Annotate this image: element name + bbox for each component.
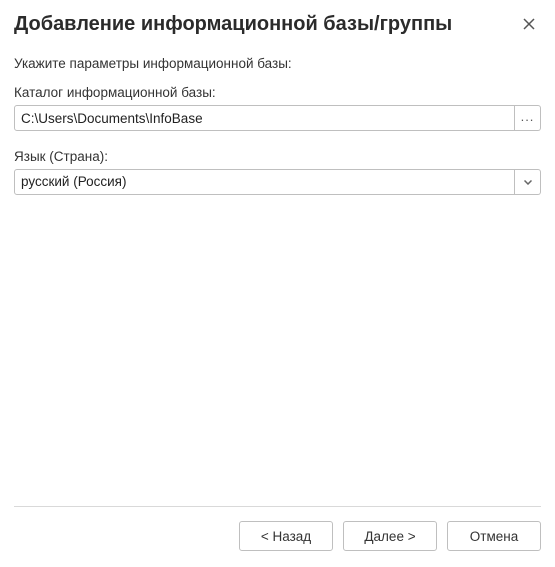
browse-button[interactable]: ... [515, 105, 541, 131]
close-icon [523, 18, 535, 30]
catalog-input[interactable] [14, 105, 515, 131]
dialog-footer: < Назад Далее > Отмена [14, 506, 541, 567]
add-infobase-dialog: Добавление информационной базы/группы Ук… [0, 0, 555, 567]
close-button[interactable] [517, 12, 541, 36]
language-field-row: русский (Россия) [14, 169, 541, 195]
instruction-text: Укажите параметры информационной базы: [14, 56, 541, 71]
chevron-down-icon [524, 180, 532, 185]
language-label: Язык (Страна): [14, 149, 541, 164]
next-button[interactable]: Далее > [343, 521, 437, 551]
ellipsis-icon: ... [521, 110, 535, 123]
dialog-body: Укажите параметры информационной базы: К… [14, 42, 541, 506]
dialog-header: Добавление информационной базы/группы [14, 0, 541, 42]
language-dropdown-toggle[interactable] [515, 169, 541, 195]
language-dropdown[interactable]: русский (Россия) [14, 169, 515, 195]
cancel-button[interactable]: Отмена [447, 521, 541, 551]
catalog-label: Каталог информационной базы: [14, 85, 541, 100]
catalog-field-row: ... [14, 105, 541, 131]
back-button[interactable]: < Назад [239, 521, 333, 551]
dialog-title: Добавление информационной базы/группы [14, 13, 452, 36]
